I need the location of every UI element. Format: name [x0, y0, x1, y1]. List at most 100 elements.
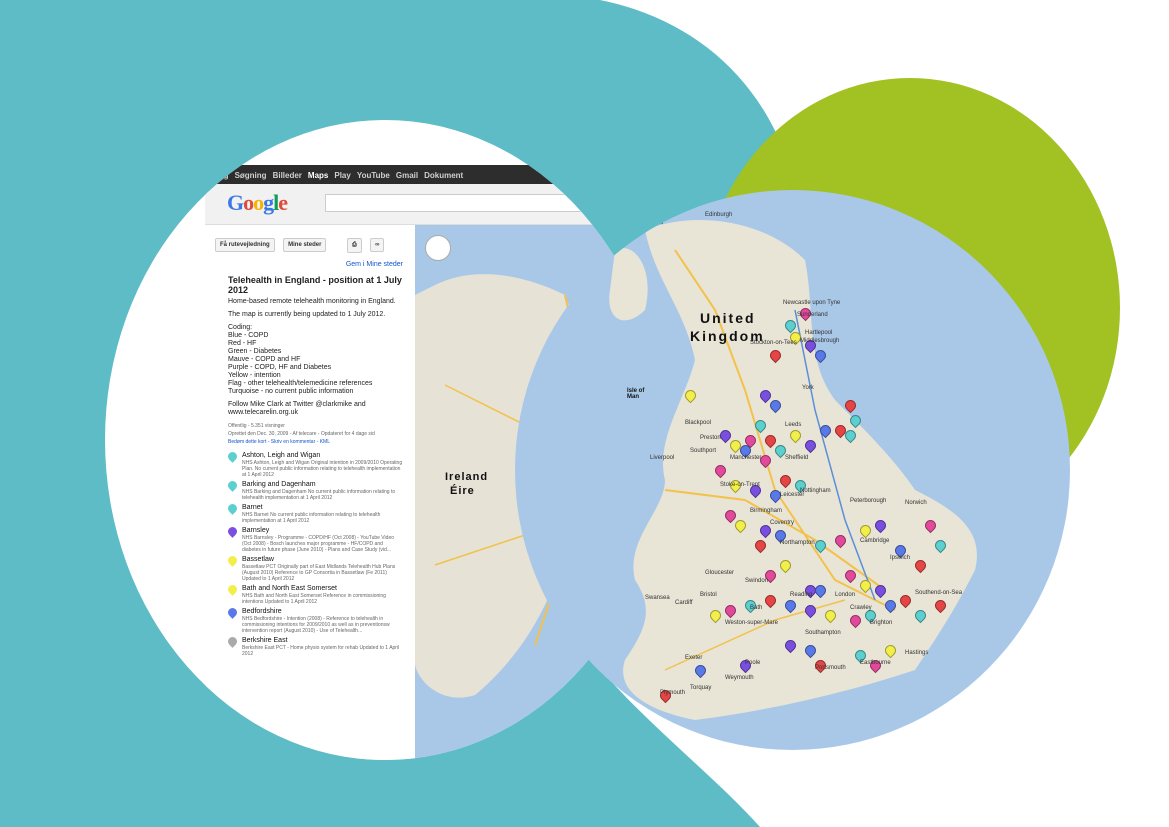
city-label: Middlesbrough	[800, 338, 840, 344]
city-label: Glasgow	[640, 220, 664, 226]
city-label: Sunderland	[797, 312, 828, 318]
list-item-description: NHS Barnsley - Programme - COPD/HF (Oct …	[242, 535, 395, 553]
city-label: Reading	[790, 592, 813, 598]
google-bar-item[interactable]: Gmail	[396, 166, 418, 185]
city-label: Southend-on-Sea	[915, 590, 963, 596]
directions-button[interactable]: Få rutevejledning	[215, 238, 275, 252]
link-icon[interactable]: ∞	[370, 238, 385, 252]
city-label: Southampton	[805, 630, 841, 636]
city-label: Portsmouth	[815, 665, 846, 671]
map-title: Telehealth in England - position at 1 Ju…	[228, 275, 402, 295]
city-label: Blackpool	[685, 420, 712, 426]
google-logo[interactable]: Google	[227, 190, 288, 216]
city-label: Manchester	[730, 455, 762, 461]
map-pin-icon	[226, 635, 239, 648]
city-label: Brighton	[870, 620, 893, 626]
coding-line: Yellow - intention	[228, 372, 281, 379]
follow-note: Follow Mike Clark at Twitter @clarkmike …	[228, 401, 366, 416]
google-bar-item[interactable]: Billeder	[273, 166, 302, 185]
city-label: Leeds	[785, 422, 802, 428]
google-header: Google	[205, 184, 665, 225]
coding-legend: Coding: Blue - COPD Red - HF Green - Diabet…	[228, 324, 403, 396]
city-label: Birmingham	[750, 508, 783, 514]
list-item[interactable]: Bath and North East Somerset NHS Bath and…	[226, 583, 403, 605]
list-item-description: NHS Barking and Dagenham No current publ…	[242, 489, 396, 501]
list-item-description: NHS Barnet No current public information…	[242, 512, 381, 524]
city-label: Coventry	[770, 520, 795, 526]
list-item-name[interactable]: Barnsley	[242, 527, 403, 535]
coding-line: Purple - COPD, HF and Diabetes	[228, 364, 332, 371]
list-item-name[interactable]: Ashton, Leigh and Wigan	[242, 452, 403, 460]
save-to-my-places-link[interactable]: Gem i Mine steder	[228, 261, 403, 269]
google-bar-item[interactable]: Maps	[308, 166, 328, 185]
list-item[interactable]: Berkshire East Berkshire East PCT - Home …	[226, 635, 403, 657]
map-meta: Offentlig - 5.351 visninger	[228, 423, 285, 429]
city-label: Peterborough	[850, 498, 887, 504]
city-label: Stockton-on-Tees	[750, 340, 797, 346]
city-label: Exeter	[685, 655, 703, 661]
coding-line: Mauve - COPD and HF	[228, 356, 301, 363]
list-item-name[interactable]: Berkshire East	[242, 637, 403, 645]
update-note: The map is currently being updated to 1 …	[228, 311, 386, 318]
city-label: Edinburgh	[705, 212, 733, 218]
list-item[interactable]: Bassetlaw Bassetlaw PCT Originally part o…	[226, 554, 403, 582]
map-pin-icon	[226, 479, 239, 492]
city-label: Swindon	[745, 578, 769, 584]
city-label: London	[835, 592, 856, 598]
google-bar-item[interactable]: Søgning	[235, 166, 267, 185]
city-label: Hastings	[905, 650, 929, 656]
city-label: Sheffield	[785, 455, 809, 461]
city-label: Eastbourne	[860, 660, 891, 666]
city-label: Poole	[745, 660, 761, 666]
search-input[interactable]	[325, 194, 657, 212]
city-label: Nottingham	[800, 488, 831, 494]
google-bar-item[interactable]: +Dig	[211, 166, 229, 185]
city-label: Torquay	[690, 685, 712, 691]
city-label: Northampton	[780, 540, 815, 546]
google-top-bar: +Dig Søgning Billeder Maps Play YouTube Gmail D…	[205, 165, 665, 184]
coding-line: Red - HF	[228, 340, 257, 347]
isle-of-man-label: Isle of Man	[627, 388, 645, 400]
city-label: Bristol	[700, 592, 717, 598]
google-bar-item[interactable]: YouTube	[357, 166, 390, 185]
map-pin-icon	[226, 525, 239, 538]
city-label: Plymouth	[660, 690, 686, 696]
list-item[interactable]: Bedfordshire NHS Bedfordshire - Intention…	[226, 606, 403, 634]
map-meta-links[interactable]: Bedøm dette kort - Skriv en kommentar - …	[228, 438, 403, 446]
list-item-name[interactable]: Barking and Dagenham	[242, 481, 403, 489]
list-item[interactable]: Ashton, Leigh and Wigan NHS Ashton, Leigh…	[226, 450, 403, 478]
uk-land-shape	[609, 220, 977, 720]
city-label: Ipswich	[890, 555, 911, 561]
place-list: Ashton, Leigh and Wigan NHS Ashton, Leigh…	[226, 450, 403, 657]
list-item[interactable]: Barking and Dagenham NHS Barking and Dage…	[226, 479, 403, 501]
coding-line: Turquoise - no current public informatio…	[228, 388, 354, 395]
list-item-name[interactable]: Bath and North East Somerset	[242, 585, 403, 593]
coding-line: Flag - other telehealth/telemedicine ref…	[228, 380, 373, 387]
list-item-name[interactable]: Bassetlaw	[242, 556, 403, 564]
list-item-description: NHS Bath and North East Somerset Referen…	[242, 593, 386, 605]
city-label: Cambridge	[860, 538, 890, 544]
list-item-name[interactable]: Barnet	[242, 504, 403, 512]
coding-line: Coding:	[228, 324, 253, 331]
list-item-description: Bassetlaw PCT Originally part of East Mi…	[242, 564, 396, 582]
right-map-lens[interactable]: United Kingdom Isle of Man Glasgow Edinbu…	[515, 190, 1070, 750]
print-icon[interactable]: ⎙	[346, 238, 362, 253]
list-item-name[interactable]: Bedfordshire	[242, 608, 403, 616]
map-pin-icon	[226, 554, 239, 567]
city-label: Cardiff	[675, 600, 693, 606]
map-pin-icon	[226, 583, 239, 596]
pan-control[interactable]	[425, 235, 451, 261]
city-label: Preston	[700, 435, 721, 441]
city-label: Bath	[750, 605, 763, 611]
city-label: Stoke-on-Trent	[720, 482, 760, 488]
google-bar-item[interactable]: Dokument	[424, 166, 463, 185]
list-item[interactable]: Barnet NHS Barnet No current public infor…	[226, 502, 403, 524]
sidebar-toolbar: Få rutevejledning Mine steder ⎙ ∞	[215, 233, 388, 253]
city-label: Southport	[690, 448, 717, 454]
google-bar-item[interactable]: Play	[334, 166, 350, 185]
city-label: Weymouth	[725, 675, 754, 681]
maps-sidebar: Få rutevejledning Mine steder ⎙ ∞ Gem i …	[205, 225, 416, 760]
list-item[interactable]: Barnsley NHS Barnsley - Programme - COPD/…	[226, 525, 403, 553]
city-label: Newcastle upon Tyne	[783, 300, 841, 306]
my-places-button[interactable]: Mine steder	[283, 238, 327, 252]
